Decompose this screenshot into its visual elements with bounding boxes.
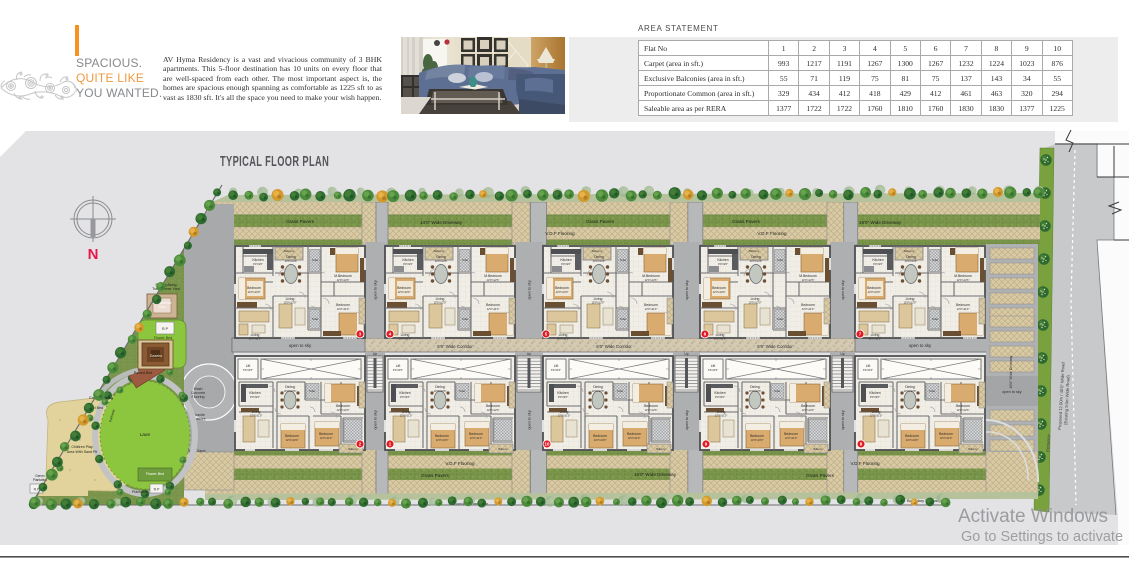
svg-text:Up: Up [840,352,844,356]
svg-text:14'0" Wide Driveway: 14'0" Wide Driveway [420,220,463,225]
svg-text:TYPICAL FLOOR PLAN: TYPICAL FLOOR PLAN [220,153,329,170]
svg-text:Up: Up [684,352,688,356]
svg-text:R.P: R.P [162,327,169,331]
svg-text:Up: Up [373,352,377,356]
svg-text:6'6" Wide Corridor: 6'6" Wide Corridor [596,344,632,349]
svg-text:Up: Up [527,352,531,356]
svg-text:open to sky: open to sky [528,410,532,430]
svg-text:Yard: Yard [158,305,165,309]
svg-text:open to sky: open to sky [289,343,312,348]
svg-text:Grass Pavers: Grass Pavers [286,219,315,224]
svg-text:V.D.F Flooring: V.D.F Flooring [445,461,475,466]
svg-text:Children Play: Children Play [71,445,93,449]
svg-text:open to sky: open to sky [841,280,845,300]
svg-text:V.D.F Flooring: V.D.F Flooring [757,231,787,236]
svg-text:16'0" Wide Driveway: 16'0" Wide Driveway [1009,355,1013,388]
svg-text:V.D.F Flooring: V.D.F Flooring [850,461,880,466]
svg-text:Grass Pavers: Grass Pavers [732,219,761,224]
svg-text:open to sky: open to sky [841,410,845,430]
svg-text:open to sky: open to sky [1002,390,1022,394]
svg-text:Grass Pavers: Grass Pavers [806,473,835,478]
svg-text:6'6" Wide Corridor: 6'6" Wide Corridor [437,344,473,349]
svg-text:Raised Bed: Raised Bed [134,371,153,375]
svg-text:16'0" Wide Driveway: 16'0" Wide Driveway [634,472,677,477]
svg-text:open to sky: open to sky [374,280,378,300]
svg-text:R.P: R.P [154,488,160,492]
svg-text:Flower Bed: Flower Bed [154,336,172,340]
svg-text:open to sky: open to sky [685,410,689,430]
svg-text:V.D.F Flooring: V.D.F Flooring [545,231,575,236]
svg-text:Grass Pavers: Grass Pavers [586,219,615,224]
svg-text:Flooring: Flooring [192,395,205,399]
svg-text:Flower Bed: Flower Bed [146,472,164,476]
svg-text:Transformer Yard: Transformer Yard [152,287,180,291]
svg-text:Grass Pavers: Grass Pavers [421,473,450,478]
svg-text:Activate Windows: Activate Windows [958,506,1108,527]
svg-text:N: N [88,246,99,263]
svg-text:Plantation: Plantation [132,490,148,494]
svg-text:Go to Settings to activate: Go to Settings to activate [961,529,1123,545]
svg-text:open to sky: open to sky [685,280,689,300]
svg-text:10: 10 [545,442,550,447]
svg-text:open to sky: open to sky [909,343,932,348]
svg-text:6'6" Wide Corridor: 6'6" Wide Corridor [757,344,793,349]
svg-text:Area With Sand Pit: Area With Sand Pit [67,450,97,454]
svg-text:open to sky: open to sky [528,280,532,300]
svg-text:Gazebo: Gazebo [150,354,163,358]
svg-text:open to sky: open to sky [374,410,378,430]
svg-text:16'0" Wide Driveway: 16'0" Wide Driveway [859,220,902,225]
svg-text:Lawn: Lawn [140,432,151,437]
